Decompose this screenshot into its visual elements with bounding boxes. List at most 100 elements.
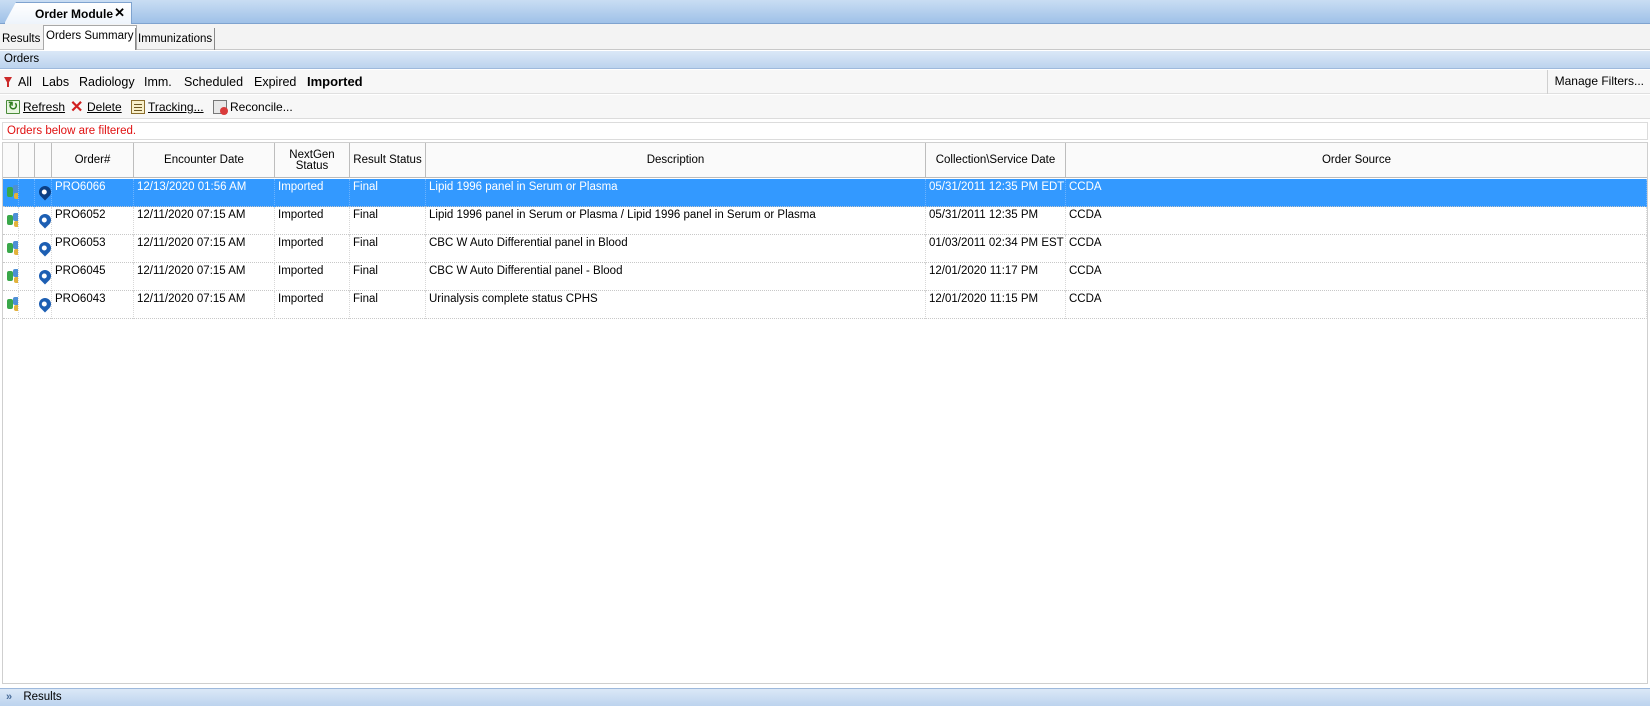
cell-order: PRO6053 — [52, 235, 134, 263]
cell-order: PRO6045 — [52, 263, 134, 291]
tracking-button[interactable]: Tracking... — [131, 98, 204, 116]
cell-result-status: Final — [350, 179, 426, 207]
location-pin-icon-cell — [35, 263, 52, 291]
lab-order-icon-cell — [3, 291, 19, 319]
chevron-down-icon[interactable]: » — [6, 691, 12, 703]
cell-description: CBC W Auto Differential panel in Blood — [426, 235, 926, 263]
table-row[interactable]: PRO6045 12/11/2020 07:15 AM Imported Final C… — [3, 263, 1647, 291]
cell-collection-date: 12/01/2020 11:15 PM — [926, 291, 1066, 319]
blank-cell — [19, 235, 35, 263]
cell-encounter-date: 12/11/2020 07:15 AM — [134, 235, 275, 263]
refresh-label: Refresh — [23, 100, 66, 114]
cell-order-source: CCDA — [1066, 207, 1647, 235]
location-pin-icon — [36, 211, 51, 229]
toolbar: Refresh Delete Tracking... Reconcile... — [0, 95, 1650, 119]
header-order-source[interactable]: Order Source — [1066, 143, 1647, 178]
header-icon-col-1[interactable] — [3, 143, 19, 178]
lab-order-icon-cell — [3, 179, 19, 207]
header-nextgen-status-line2: Status — [295, 159, 329, 172]
order-module-tab[interactable]: Order Module ✕ — [4, 2, 132, 24]
title-bar: Order Module ✕ — [0, 0, 1650, 24]
tracking-icon — [131, 100, 145, 114]
lab-order-icon — [7, 213, 18, 228]
filter-imported[interactable]: Imported — [307, 74, 363, 89]
blank-cell — [19, 263, 35, 291]
cell-nextgen-status: Imported — [275, 263, 350, 291]
filter-expired[interactable]: Expired — [254, 75, 296, 89]
subtab-bar: Results Orders Summary Immunizations — [0, 24, 1650, 50]
cell-nextgen-status: Imported — [275, 235, 350, 263]
cell-encounter-date: 12/11/2020 07:15 AM — [134, 263, 275, 291]
lab-order-icon-cell — [3, 263, 19, 291]
cell-order: PRO6066 — [52, 179, 134, 207]
orders-section-header: Orders — [0, 51, 1650, 69]
filter-all[interactable]: All — [18, 75, 32, 89]
location-pin-icon — [36, 183, 51, 201]
orders-grid: Order# Encounter Date NextGen Status Res… — [2, 142, 1648, 684]
filter-scheduled[interactable]: Scheduled — [184, 75, 243, 89]
blank-cell — [19, 179, 35, 207]
results-panel-bar[interactable]: » Results — [0, 688, 1650, 706]
cell-order-source: CCDA — [1066, 263, 1647, 291]
cell-description: Urinalysis complete status CPHS — [426, 291, 926, 319]
tab-results[interactable]: Results — [0, 28, 42, 50]
reconcile-label: Reconcile... — [230, 100, 293, 114]
cell-collection-date: 01/03/2011 02:34 PM EST — [926, 235, 1066, 263]
blank-cell — [19, 291, 35, 319]
cell-order: PRO6052 — [52, 207, 134, 235]
grid-header: Order# Encounter Date NextGen Status Res… — [3, 143, 1647, 178]
header-nextgen-status-line1: NextGen — [289, 148, 335, 161]
cell-result-status: Final — [350, 235, 426, 263]
cell-collection-date: 05/31/2011 12:35 PM — [926, 207, 1066, 235]
order-module-tab-label: Order Module — [35, 6, 114, 21]
filter-radiology[interactable]: Radiology — [79, 75, 135, 89]
manage-filters-button[interactable]: Manage Filters... — [1546, 70, 1650, 94]
cell-result-status: Final — [350, 207, 426, 235]
header-order[interactable]: Order# — [52, 143, 134, 178]
table-row[interactable]: PRO6052 12/11/2020 07:15 AM Imported Final L… — [3, 207, 1647, 235]
header-collection-date[interactable]: Collection\Service Date — [926, 143, 1066, 178]
header-description[interactable]: Description — [426, 143, 926, 178]
refresh-icon — [6, 99, 20, 114]
lab-order-icon — [7, 241, 18, 256]
filter-bar: All Labs Radiology Imm. Scheduled Expire… — [0, 70, 1650, 94]
delete-button[interactable]: Delete — [70, 97, 122, 117]
cell-nextgen-status: Imported — [275, 207, 350, 235]
header-nextgen-status[interactable]: NextGen Status — [275, 143, 350, 178]
cell-description: CBC W Auto Differential panel - Blood — [426, 263, 926, 291]
header-icon-col-3[interactable] — [35, 143, 52, 178]
table-row[interactable]: PRO6043 12/11/2020 07:15 AM Imported Final U… — [3, 291, 1647, 319]
location-pin-icon-cell — [35, 235, 52, 263]
cell-result-status: Final — [350, 263, 426, 291]
tab-orders-summary[interactable]: Orders Summary — [43, 25, 137, 50]
table-row[interactable]: PRO6066 12/13/2020 01:56 AM Imported Final L… — [3, 179, 1647, 207]
table-row[interactable]: PRO6053 12/11/2020 07:15 AM Imported Final C… — [3, 235, 1647, 263]
cell-description: Lipid 1996 panel in Serum or Plasma — [426, 179, 926, 207]
delete-icon — [70, 97, 84, 117]
filter-notice: Orders below are filtered. — [2, 122, 1648, 140]
location-pin-icon — [36, 295, 51, 313]
location-pin-icon-cell — [35, 291, 52, 319]
cell-description: Lipid 1996 panel in Serum or Plasma / Li… — [426, 207, 926, 235]
reconcile-button[interactable]: Reconcile... — [213, 98, 293, 116]
lab-order-icon — [7, 185, 18, 200]
header-encounter-date[interactable]: Encounter Date — [134, 143, 275, 178]
tab-immunizations[interactable]: Immunizations — [135, 28, 216, 50]
cell-nextgen-status: Imported — [275, 179, 350, 207]
cell-encounter-date: 12/13/2020 01:56 AM — [134, 179, 275, 207]
cell-nextgen-status: Imported — [275, 291, 350, 319]
refresh-button[interactable]: Refresh — [6, 98, 65, 116]
filter-icon-stem — [7, 82, 9, 87]
results-panel-label: Results — [23, 691, 62, 703]
cell-order-source: CCDA — [1066, 179, 1647, 207]
filter-labs[interactable]: Labs — [42, 75, 69, 89]
close-icon[interactable]: ✕ — [114, 5, 125, 21]
filter-imm[interactable]: Imm. — [144, 75, 172, 89]
reconcile-icon — [213, 100, 228, 115]
cell-collection-date: 12/01/2020 11:17 PM — [926, 263, 1066, 291]
header-result-status[interactable]: Result Status — [350, 143, 426, 178]
location-pin-icon — [36, 239, 51, 257]
delete-label: Delete — [87, 100, 122, 114]
header-icon-col-2[interactable] — [19, 143, 35, 178]
tracking-label: Tracking... — [148, 100, 204, 114]
